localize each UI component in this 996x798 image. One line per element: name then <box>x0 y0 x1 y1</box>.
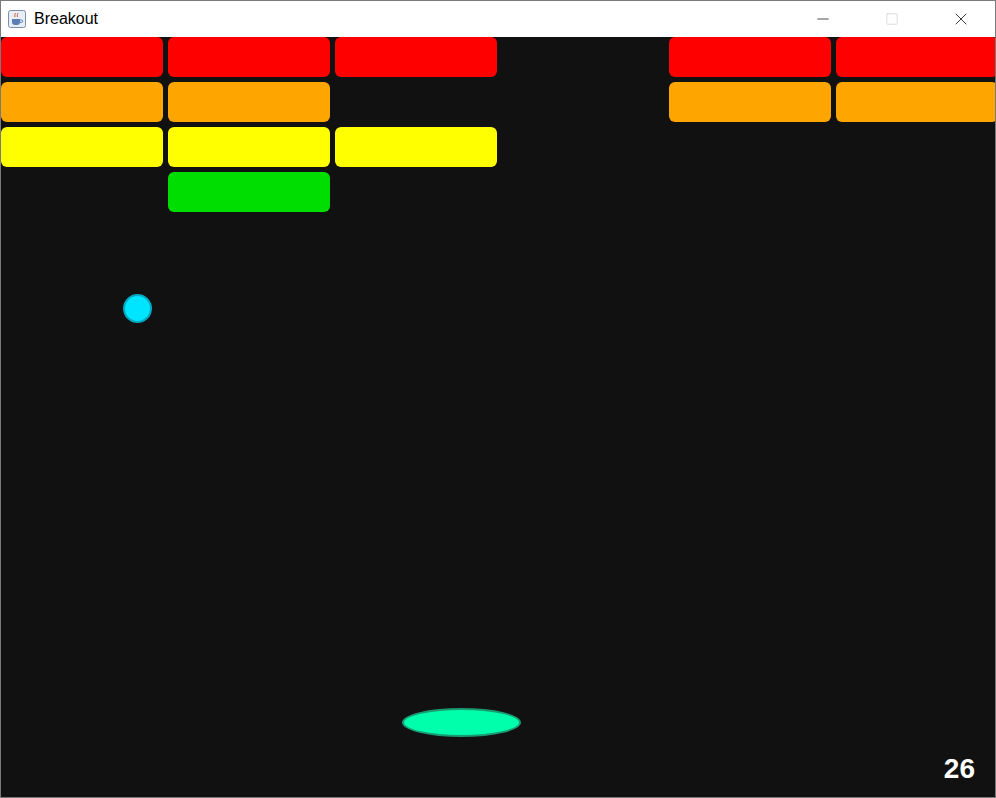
close-icon <box>951 9 971 29</box>
java-icon <box>8 10 26 28</box>
brick <box>1 172 163 212</box>
maximize-icon <box>885 12 899 26</box>
title-bar: Breakout <box>1 1 995 37</box>
brick <box>335 127 497 167</box>
brick <box>502 82 664 122</box>
brick <box>669 82 831 122</box>
close-button[interactable] <box>926 1 995 37</box>
game-area: 26 <box>1 37 995 797</box>
brick <box>335 82 497 122</box>
brick <box>1 82 163 122</box>
brick <box>168 82 330 122</box>
brick <box>168 172 330 212</box>
score: 26 <box>944 755 975 783</box>
brick <box>502 172 664 212</box>
brick <box>168 37 330 77</box>
maximize-button <box>857 1 926 37</box>
brick <box>836 37 995 77</box>
brick-wall <box>1 37 995 212</box>
brick <box>836 82 995 122</box>
brick <box>1 37 163 77</box>
window-title: Breakout <box>34 11 98 27</box>
brick <box>669 37 831 77</box>
ball <box>123 294 152 323</box>
brick <box>1 127 163 167</box>
brick <box>502 37 664 77</box>
brick <box>335 172 497 212</box>
brick <box>669 127 831 167</box>
brick <box>502 127 664 167</box>
brick <box>669 172 831 212</box>
brick <box>168 127 330 167</box>
minimize-icon <box>814 10 832 28</box>
brick <box>836 127 995 167</box>
brick <box>836 172 995 212</box>
paddle[interactable] <box>402 708 521 737</box>
minimize-button[interactable] <box>788 1 857 37</box>
breakout-window: Breakout 26 <box>0 0 996 798</box>
brick <box>335 37 497 77</box>
